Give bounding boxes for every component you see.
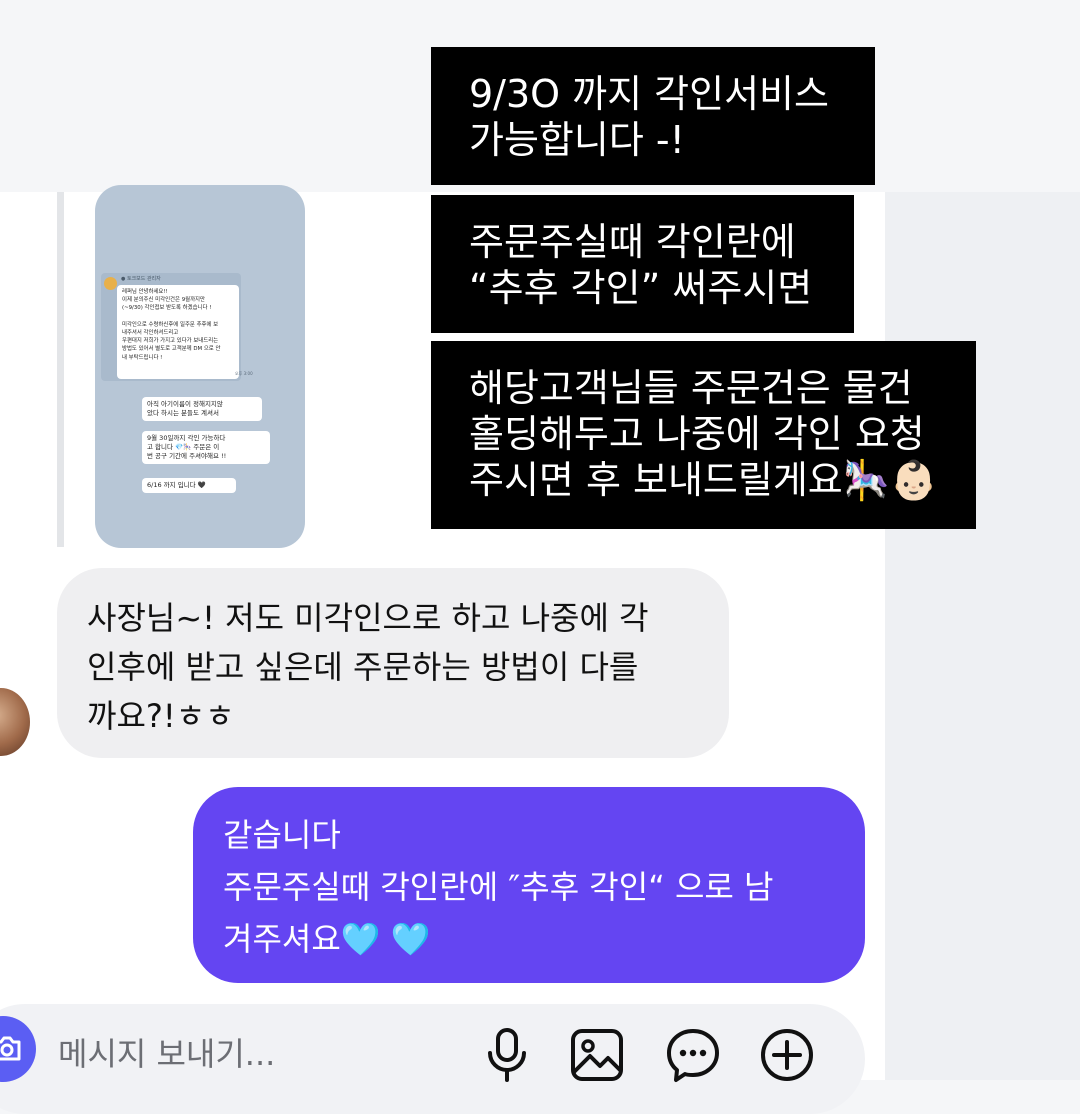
- info-block-order-note: 주문주실때 각인란에 “추후 각인” 써주시면: [431, 195, 854, 333]
- screenshot-message: 9월 30일까지 각인 가능하다 고 합니다 💎🎠 주문은 이 번 공구 기간에…: [142, 431, 270, 464]
- microphone-icon[interactable]: [478, 1026, 536, 1084]
- screenshot-sender-name: ● 토크보드 관리자: [121, 276, 161, 282]
- message-input[interactable]: [58, 1028, 458, 1080]
- info-block-deadline: 9/3O 까지 각인서비스 가능합니다 -!: [431, 47, 875, 185]
- screenshot-message: 아직 아기이름이 정해지지않 았다 하시는 분들도 계셔서: [142, 397, 262, 421]
- screenshot-time: 오후 3:00: [235, 371, 253, 376]
- camera-icon: [0, 1036, 21, 1061]
- side-strip: [885, 192, 1080, 1080]
- sent-message-bubble[interactable]: 같습니다 주문주실때 각인란에 ″추후 각인“ 으로 남 겨주셔요🩵 🩵: [193, 787, 865, 983]
- screenshot-message: 6/16 까지 입니다 🖤: [142, 478, 236, 493]
- sticker-chat-icon[interactable]: [664, 1026, 722, 1084]
- screenshot-avatar: [104, 277, 117, 290]
- received-message-bubble[interactable]: 사장님~! 저도 미각인으로 하고 나중에 각 인후에 받고 싶은데 주문하는 …: [57, 568, 729, 758]
- reply-quote-bar: [57, 192, 64, 547]
- plus-circle-icon[interactable]: [758, 1026, 816, 1084]
- info-block-holding: 해당고객님들 주문건은 물건 홀딩해두고 나중에 각인 요청 주시면 후 보내드…: [431, 341, 976, 529]
- shared-screenshot[interactable]: ● 토크보드 관리자 레퍼님 안녕하세요!! 이제 분의주신 미각인건은 9월까…: [95, 185, 305, 548]
- image-icon[interactable]: [568, 1026, 626, 1084]
- screenshot-announcement-text: 레퍼님 안녕하세요!! 이제 분의주신 미각인건은 9월까지만 (~9/30) …: [117, 285, 239, 379]
